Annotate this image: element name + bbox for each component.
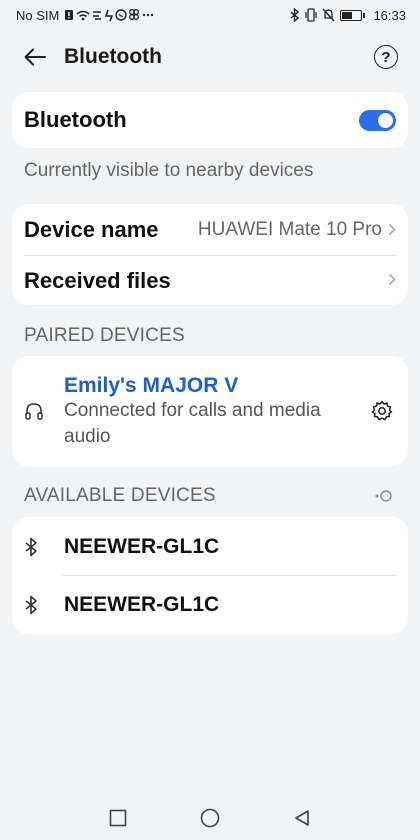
notification-icons bbox=[65, 9, 154, 22]
bluetooth-icon bbox=[24, 595, 64, 615]
device-name-value: HUAWEI Mate 10 Pro bbox=[197, 219, 382, 240]
chevron-right-icon bbox=[388, 220, 396, 241]
bluetooth-toggle-card: Bluetooth bbox=[12, 92, 408, 148]
gear-icon[interactable] bbox=[368, 400, 396, 422]
title-bar: Bluetooth ? bbox=[0, 36, 420, 78]
bluetooth-toggle-switch[interactable] bbox=[359, 109, 396, 131]
paired-device-status-cont: audio bbox=[64, 426, 111, 447]
available-devices-card: NEEWER-GL1C NEEWER-GL1C bbox=[12, 517, 408, 634]
paired-devices-header: PAIRED DEVICES bbox=[24, 325, 185, 346]
headphones-icon bbox=[24, 401, 64, 421]
battery-icon bbox=[340, 9, 366, 21]
bluetooth-status-icon bbox=[290, 8, 300, 22]
mute-bell-icon bbox=[322, 8, 335, 22]
available-device-row[interactable]: NEEWER-GL1C bbox=[12, 517, 408, 576]
paired-device-status: Connected for calls and media bbox=[64, 400, 321, 421]
paired-device-row[interactable]: Emily's MAJOR V Connected for calls and … bbox=[12, 356, 408, 466]
received-files-row[interactable]: Received files bbox=[12, 256, 408, 305]
device-name-label: Device name bbox=[24, 217, 159, 242]
vibrate-icon bbox=[305, 8, 318, 22]
back-nav-icon[interactable] bbox=[291, 807, 313, 829]
available-devices-header: AVAILABLE DEVICES bbox=[24, 485, 216, 506]
clock: 16:33 bbox=[373, 7, 406, 23]
carrier-text: No SIM bbox=[16, 7, 60, 23]
chevron-right-icon bbox=[388, 270, 396, 291]
bluetooth-icon bbox=[24, 537, 64, 557]
scanning-spinner-icon bbox=[374, 488, 394, 509]
status-right: 16:33 bbox=[289, 8, 406, 23]
available-device-row[interactable]: NEEWER-GL1C bbox=[12, 576, 408, 634]
home-icon[interactable] bbox=[199, 807, 221, 829]
status-left: No SIM bbox=[16, 8, 156, 23]
bluetooth-label: Bluetooth bbox=[24, 107, 127, 132]
status-bar: No SIM 16:33 bbox=[0, 0, 420, 30]
device-name-row[interactable]: Device name HUAWEI Mate 10 Pro bbox=[12, 204, 408, 256]
recents-icon[interactable] bbox=[107, 807, 129, 829]
help-icon-glyph: ? bbox=[381, 48, 391, 66]
back-arrow-icon[interactable] bbox=[22, 44, 48, 70]
paired-device-text: Emily's MAJOR V Connected for calls and … bbox=[64, 372, 368, 450]
visibility-caption: Currently visible to nearby devices bbox=[24, 160, 314, 181]
device-settings-card: Device name HUAWEI Mate 10 Pro Received … bbox=[12, 204, 408, 305]
received-files-label: Received files bbox=[24, 267, 171, 293]
bluetooth-toggle-row[interactable]: Bluetooth bbox=[12, 92, 408, 148]
paired-device-name: Emily's MAJOR V bbox=[64, 374, 239, 397]
help-icon[interactable]: ? bbox=[374, 45, 398, 69]
paired-devices-card: Emily's MAJOR V Connected for calls and … bbox=[12, 356, 408, 466]
navigation-bar bbox=[0, 796, 420, 840]
available-device-name: NEEWER-GL1C bbox=[64, 534, 220, 558]
page-title: Bluetooth bbox=[64, 45, 162, 68]
available-device-name: NEEWER-GL1C bbox=[64, 593, 220, 616]
